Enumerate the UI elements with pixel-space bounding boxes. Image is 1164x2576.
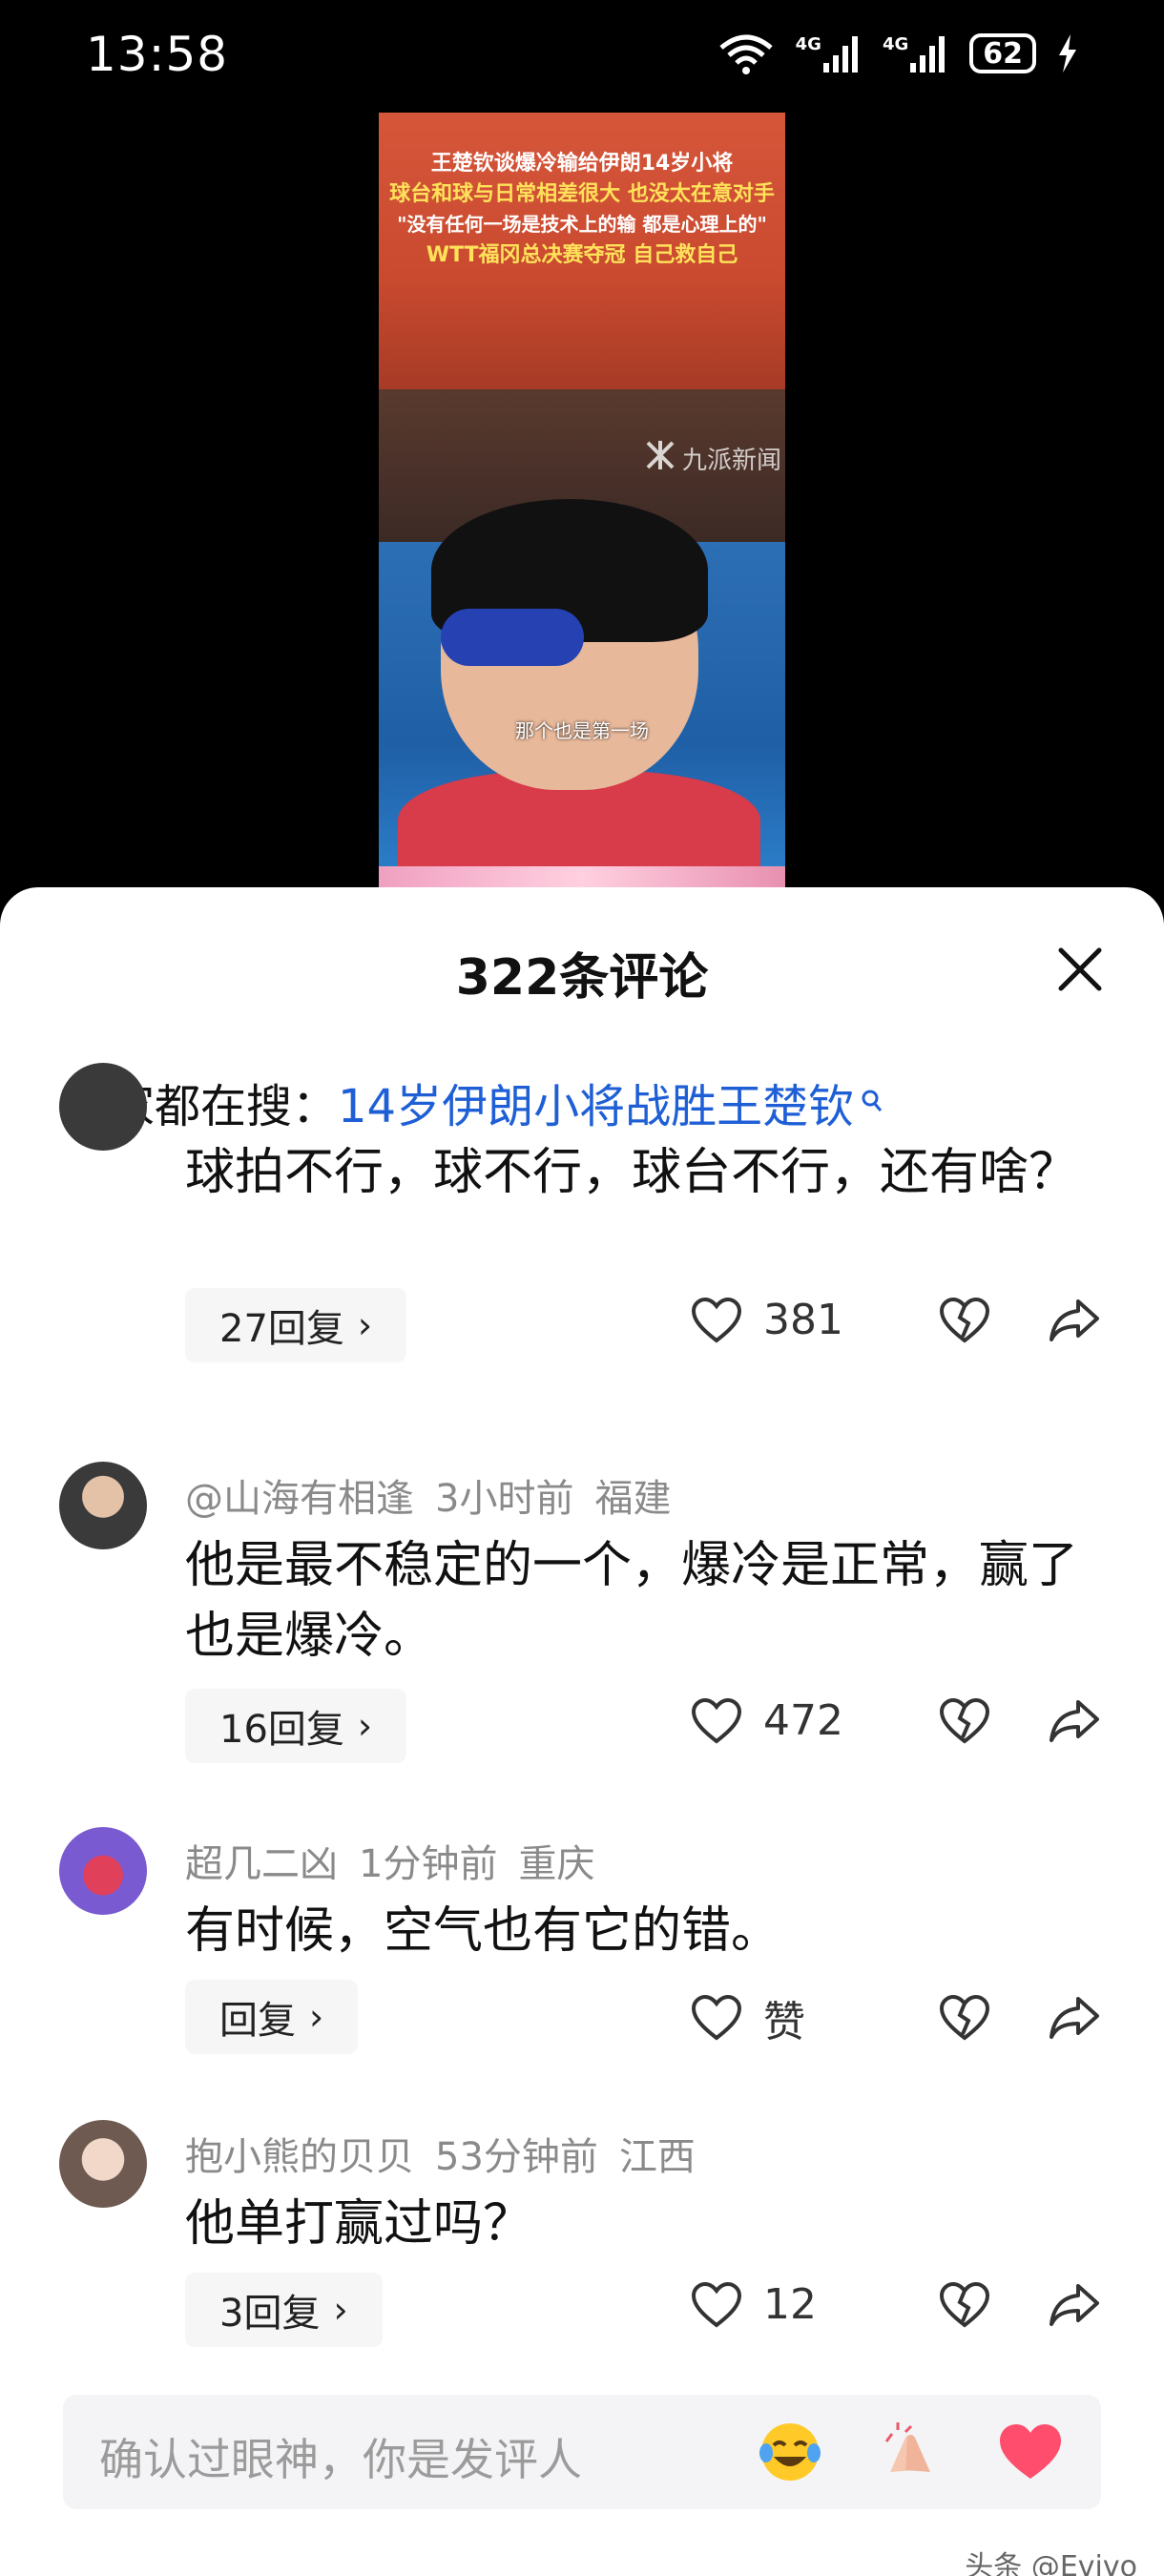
reply-button[interactable]: 回复 › bbox=[185, 1980, 359, 2054]
dislike-button[interactable] bbox=[939, 1297, 990, 1344]
wifi-icon bbox=[717, 32, 775, 74]
dislike-button[interactable] bbox=[939, 1994, 990, 2042]
video-player[interactable]: 王楚钦谈爆冷输给伊朗14岁小将 球台和球与日常相差很大 也没太在意对手 "没有任… bbox=[379, 113, 785, 887]
battery-indicator: 62 bbox=[969, 33, 1036, 73]
chevron-right-icon: › bbox=[309, 1996, 324, 2038]
trending-search-link[interactable]: 14岁伊朗小将战胜王楚钦 bbox=[338, 1069, 854, 1135]
signal-icon-sim2: 4G bbox=[883, 34, 948, 73]
battery-level: 62 bbox=[983, 36, 1023, 71]
comment-input-bar[interactable]: 确认过眼神，你是发评人 bbox=[63, 2395, 1101, 2509]
heart-icon bbox=[691, 1697, 742, 1744]
chevron-right-icon: › bbox=[333, 2289, 348, 2331]
avatar[interactable] bbox=[59, 1063, 147, 1151]
like-button[interactable]: 12 bbox=[691, 2280, 882, 2329]
share-arrow-icon bbox=[1050, 1997, 1099, 2039]
avatar[interactable] bbox=[59, 2120, 147, 2208]
comment-actions: 赞 bbox=[691, 1987, 1101, 2048]
dislike-button[interactable] bbox=[939, 2281, 990, 2329]
share-button[interactable] bbox=[1048, 2282, 1101, 2328]
comment-actions: 381 bbox=[691, 1296, 1101, 1344]
comment-username[interactable]: 抱小熊的贝贝 bbox=[185, 2135, 414, 2179]
like-button[interactable]: 赞 bbox=[691, 1987, 882, 2048]
red-heart-emoji-icon[interactable] bbox=[996, 2418, 1065, 2486]
comment-time: 3小时前 bbox=[435, 1477, 574, 1521]
search-icon bbox=[860, 1088, 884, 1116]
avatar[interactable] bbox=[59, 1462, 147, 1549]
share-arrow-icon bbox=[1050, 1298, 1099, 1341]
comment-username[interactable]: 超几二凶 bbox=[185, 1842, 338, 1886]
broken-heart-icon bbox=[939, 1994, 990, 2041]
reply-count: 回复 bbox=[219, 1999, 296, 2043]
trending-search-row: 大家都在搜： 14岁伊朗小将战胜王楚钦 bbox=[63, 1069, 884, 1135]
reply-button[interactable]: 16回复 › bbox=[185, 1689, 407, 1763]
signal-icon-sim1: 4G bbox=[796, 34, 862, 73]
comment-input-placeholder[interactable]: 确认过眼神，你是发评人 bbox=[99, 2425, 582, 2488]
heart-icon bbox=[691, 1994, 742, 2041]
video-subtitle: 那个也是第一场 bbox=[515, 719, 649, 742]
comment-meta: 超几二凶 1分钟前 重庆 bbox=[185, 1833, 615, 1888]
charging-icon bbox=[1057, 34, 1078, 73]
status-bar: 13:58 4G 4G 62 bbox=[0, 0, 1164, 105]
heart-icon bbox=[691, 2281, 742, 2328]
share-arrow-icon bbox=[1050, 1699, 1099, 1742]
share-button[interactable] bbox=[1048, 1995, 1101, 2041]
video-caption-line-1: 王楚钦谈爆冷输给伊朗14岁小将 bbox=[430, 152, 734, 176]
like-count: 472 bbox=[763, 1696, 843, 1745]
comment-username[interactable]: @山海有相逢 bbox=[185, 1477, 414, 1521]
comment-count-title: 322条评论 bbox=[455, 949, 709, 1007]
comment-text: 有时候，空气也有它的错。 bbox=[185, 1902, 781, 1960]
video-caption-line-2: 球台和球与日常相差很大 也没太在意对手 bbox=[389, 182, 775, 206]
chevron-right-icon: › bbox=[357, 1705, 373, 1747]
broken-heart-icon bbox=[939, 2281, 990, 2328]
broken-heart-icon bbox=[939, 1297, 990, 1343]
comment-time: 1分钟前 bbox=[359, 1842, 498, 1886]
news-logo-icon bbox=[644, 439, 676, 478]
share-arrow-icon bbox=[1050, 2283, 1099, 2326]
comment-meta: @山海有相逢 3小时前 福建 bbox=[185, 1467, 692, 1523]
heart-icon bbox=[691, 1297, 742, 1343]
comment-location: 福建 bbox=[594, 1477, 672, 1521]
comment-location: 重庆 bbox=[518, 1842, 595, 1886]
comment-time: 53分钟前 bbox=[435, 2135, 598, 2179]
close-icon bbox=[1058, 947, 1102, 991]
broken-heart-icon bbox=[939, 1697, 990, 1744]
comment-text: 球拍不行，球不行，球台不行，还有啥？ bbox=[185, 1144, 1079, 1201]
video-watermark-text: 九派新闻 bbox=[681, 447, 781, 475]
comment-actions: 472 bbox=[691, 1696, 1101, 1745]
video-caption-line-4: WTT福冈总决赛夺冠 自己救自己 bbox=[426, 243, 738, 267]
reply-button[interactable]: 27回复 › bbox=[185, 1288, 407, 1362]
video-bottom-strip bbox=[379, 866, 785, 887]
reply-button[interactable]: 3回复 › bbox=[185, 2273, 383, 2347]
reply-count: 16回复 bbox=[219, 1708, 344, 1752]
close-button[interactable] bbox=[1053, 943, 1107, 996]
like-count: 赞 bbox=[763, 1998, 805, 2046]
like-count: 381 bbox=[763, 1296, 843, 1344]
share-button[interactable] bbox=[1048, 1698, 1101, 1744]
comment-actions: 12 bbox=[691, 2280, 1101, 2329]
dislike-button[interactable] bbox=[939, 1697, 990, 1745]
status-icons: 4G 4G 62 bbox=[717, 32, 1078, 74]
reply-count: 27回复 bbox=[219, 1307, 344, 1351]
comment-location: 江西 bbox=[618, 2135, 696, 2179]
avatar[interactable] bbox=[59, 1827, 147, 1915]
video-watermark: 九派新闻 bbox=[644, 439, 781, 478]
like-button[interactable]: 381 bbox=[691, 1296, 882, 1344]
video-caption-line-3: "没有任何一场是技术上的输 都是心理上的" bbox=[397, 213, 767, 236]
player-headband bbox=[441, 609, 584, 666]
comment-text: 他单打赢过吗？ bbox=[185, 2195, 533, 2253]
status-time: 13:58 bbox=[86, 27, 229, 82]
chevron-right-icon: › bbox=[357, 1304, 373, 1346]
clapping-hands-emoji-icon[interactable] bbox=[876, 2418, 945, 2486]
comment-text: 他是最不稳定的一个，爆冷是正常，赢了也是爆冷。 bbox=[185, 1537, 1079, 1665]
source-watermark: 头条 @Evivo bbox=[965, 2550, 1137, 2576]
laughing-crying-emoji-icon[interactable] bbox=[756, 2418, 824, 2486]
comment-meta: 抱小熊的贝贝 53分钟前 江西 bbox=[185, 2126, 717, 2181]
like-count: 12 bbox=[763, 2280, 817, 2329]
comment-sheet: 322条评论 大家都在搜： 14岁伊朗小将战胜王楚钦 球拍不行，球不行，球台不行… bbox=[0, 887, 1164, 2576]
reply-count: 3回复 bbox=[219, 2292, 321, 2336]
like-button[interactable]: 472 bbox=[691, 1696, 882, 1745]
share-button[interactable] bbox=[1048, 1298, 1101, 1343]
